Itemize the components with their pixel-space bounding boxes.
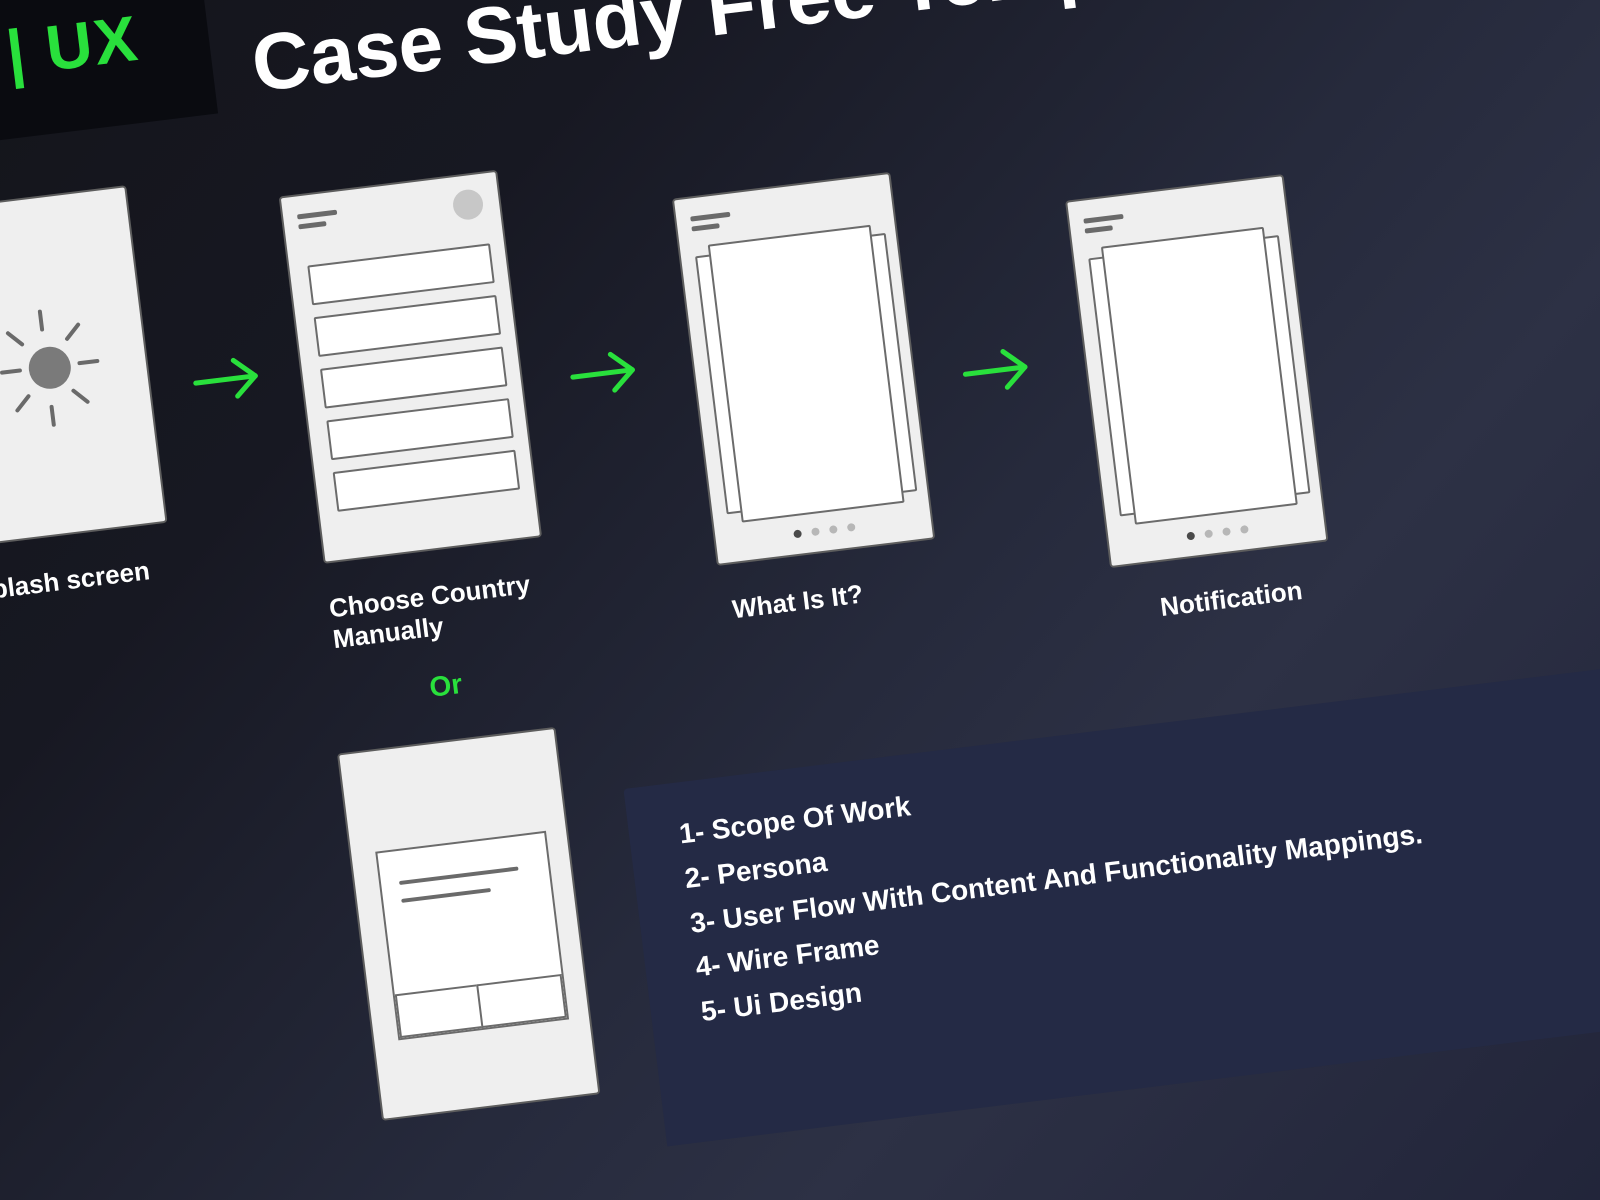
arrow-right-icon xyxy=(564,338,651,407)
menu-icon xyxy=(691,223,719,231)
wireframe-splash xyxy=(0,185,168,547)
menu-icon xyxy=(1083,214,1123,224)
arrow-right-icon xyxy=(187,344,274,413)
page-title: Case Study Free Template xyxy=(247,0,1245,111)
label-choose-country: Choose Country Manually xyxy=(327,569,535,656)
pager-dot xyxy=(829,525,838,534)
logo-text: UI | UX xyxy=(0,1,143,101)
list-item xyxy=(320,346,508,408)
sun-ray-icon xyxy=(64,322,81,342)
sun-ray-icon xyxy=(77,359,99,366)
pager-dot xyxy=(847,523,856,532)
pager-dot xyxy=(1240,525,1249,534)
sun-ray-icon xyxy=(38,309,45,331)
label-splash: Splash screen xyxy=(0,555,152,607)
list-item xyxy=(326,398,514,460)
sun-ray-icon xyxy=(49,405,56,427)
modal-button xyxy=(476,974,567,1028)
modal-dialog xyxy=(375,831,569,1041)
label-or: Or xyxy=(428,668,464,704)
wireframe-notification xyxy=(1065,174,1328,568)
pager-dot xyxy=(1186,532,1195,541)
text-line xyxy=(401,888,491,903)
page-indicator xyxy=(1186,525,1249,540)
pager-dot xyxy=(811,527,820,536)
sun-ray-icon xyxy=(0,368,22,375)
pager-dot xyxy=(793,529,802,538)
text-line xyxy=(399,866,519,885)
list-item xyxy=(333,450,521,512)
sun-ray-icon xyxy=(71,388,91,405)
menu-icon xyxy=(690,212,730,222)
label-what-is-it: What Is It? xyxy=(731,579,865,626)
list-item xyxy=(307,243,495,305)
pager-dot xyxy=(1204,529,1213,538)
card-stack-front xyxy=(708,225,905,523)
arrow-right-icon xyxy=(957,335,1044,404)
wireframe-what-is-it xyxy=(672,172,935,566)
pager-dot xyxy=(1222,527,1231,536)
label-notification: Notification xyxy=(1158,575,1304,623)
modal-button xyxy=(395,984,486,1038)
content-list-panel: 1- Scope Of Work 2- Persona 3- User Flow… xyxy=(623,643,1600,1147)
sun-ray-icon xyxy=(15,393,32,413)
avatar-icon xyxy=(451,188,484,221)
wireframe-modal xyxy=(337,727,600,1121)
menu-icon xyxy=(297,210,337,220)
wireframe-choose-country xyxy=(279,170,542,564)
list-item xyxy=(314,295,502,357)
sun-icon xyxy=(26,344,73,391)
logo-badge: UI | UX xyxy=(0,0,218,157)
sun-ray-icon xyxy=(5,330,25,347)
menu-icon xyxy=(1085,225,1113,233)
page-indicator xyxy=(793,523,856,538)
menu-icon xyxy=(298,221,326,229)
card-stack-front xyxy=(1101,227,1298,525)
